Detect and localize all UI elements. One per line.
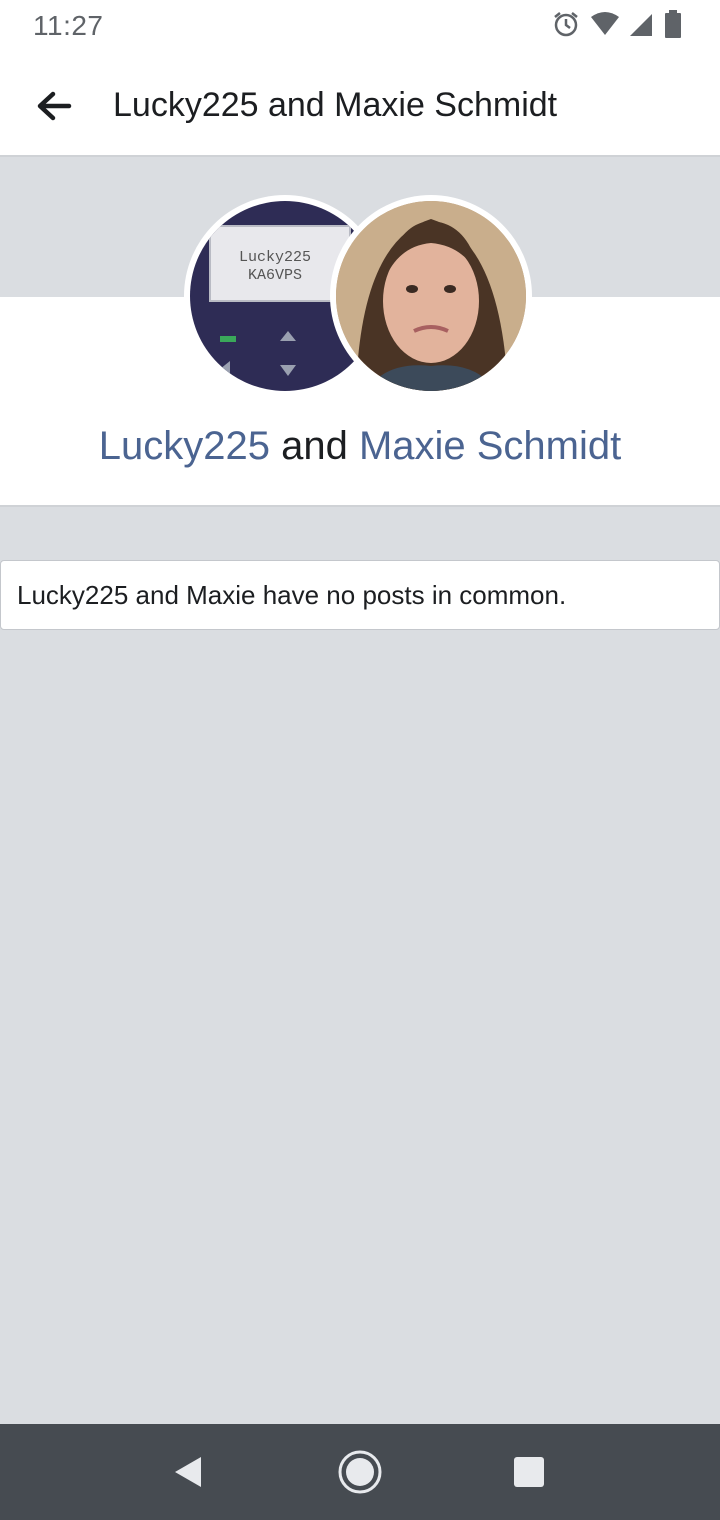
wifi-icon: [590, 11, 620, 42]
avatar-text-line1: Lucky225: [239, 249, 311, 266]
status-icons: [552, 9, 682, 43]
status-time: 11:27: [33, 10, 104, 41]
back-triangle-icon: [175, 1457, 201, 1487]
empty-state-card: Lucky225 and Maxie have no posts in comm…: [0, 560, 720, 630]
battery-icon: [664, 9, 682, 43]
avatar-text-line2: KA6VPS: [248, 267, 302, 284]
avatar-image-second: [336, 201, 526, 391]
names-conjunction: and: [269, 424, 359, 468]
status-bar: 11:27: [0, 0, 720, 52]
nav-recents-button[interactable]: [503, 1446, 555, 1498]
nav-back-button[interactable]: [162, 1446, 214, 1498]
first-user-name-link[interactable]: Lucky225: [99, 424, 270, 468]
empty-state-message: Lucky225 and Maxie have no posts in comm…: [17, 580, 567, 610]
recents-square-icon: [514, 1457, 544, 1487]
system-nav-bar: [0, 1424, 720, 1520]
page-title: Lucky225 and Maxie Schmidt: [113, 86, 558, 124]
home-circle-icon: [338, 1450, 382, 1494]
nav-home-button[interactable]: [334, 1446, 386, 1498]
app-bar: Lucky225 and Maxie Schmidt: [0, 52, 720, 157]
profile-names: Lucky225 and Maxie Schmidt: [0, 424, 720, 469]
signal-icon: [630, 12, 654, 41]
alarm-icon: [552, 10, 580, 43]
back-button[interactable]: [28, 80, 80, 132]
arrow-left-icon: [37, 91, 72, 121]
avatar-second-user[interactable]: [330, 195, 532, 397]
second-user-name-link[interactable]: Maxie Schmidt: [359, 424, 621, 468]
